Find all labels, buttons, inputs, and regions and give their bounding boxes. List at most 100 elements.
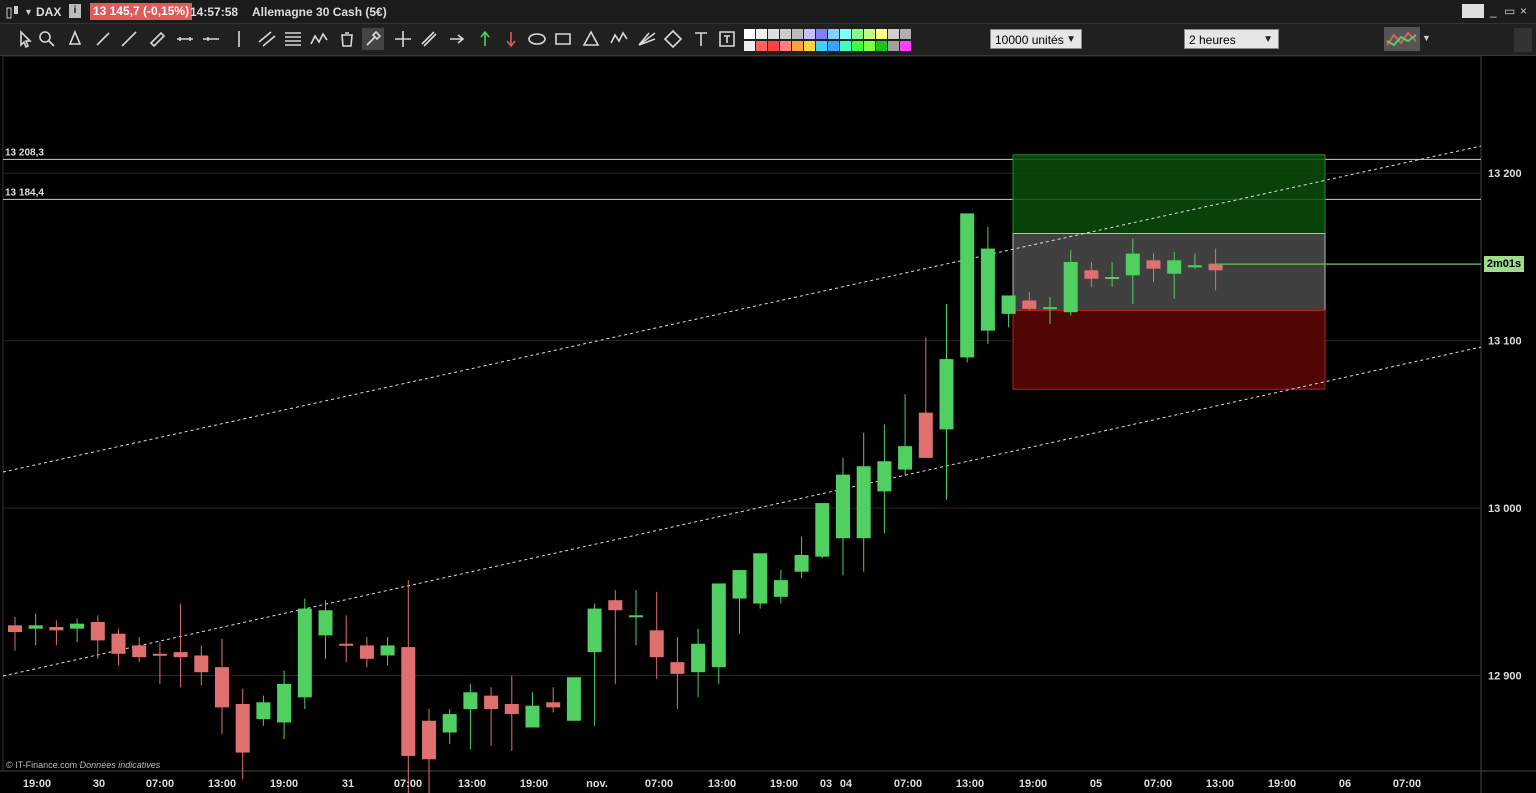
candle-body[interactable]	[794, 554, 809, 572]
palette-swatch[interactable]	[792, 41, 803, 51]
candle-body[interactable]	[152, 653, 167, 656]
candle-body[interactable]	[918, 412, 933, 458]
candle-body[interactable]	[132, 645, 147, 658]
arrow-down-icon[interactable]	[500, 28, 522, 50]
text-icon[interactable]	[690, 28, 712, 50]
candle-body[interactable]	[773, 580, 788, 597]
candle-body[interactable]	[732, 570, 747, 599]
candle-body[interactable]	[463, 692, 478, 710]
chevron-down-icon[interactable]: ▼	[24, 0, 33, 24]
candle-body[interactable]	[70, 623, 85, 629]
candle-body[interactable]	[1105, 277, 1120, 280]
chart-type-icon[interactable]	[4, 0, 24, 24]
candle-body[interactable]	[856, 466, 871, 539]
palette-swatch[interactable]	[756, 41, 767, 51]
candle-body[interactable]	[670, 662, 685, 674]
candle-body[interactable]	[980, 248, 995, 331]
triangle-icon[interactable]	[580, 28, 602, 50]
palette-swatch[interactable]	[816, 29, 827, 39]
candle-body[interactable]	[277, 683, 292, 723]
palette-swatch[interactable]	[864, 29, 875, 39]
candle-body[interactable]	[111, 633, 126, 654]
candle-body[interactable]	[546, 702, 561, 708]
candle-body[interactable]	[877, 461, 892, 492]
palette-swatch[interactable]	[744, 41, 755, 51]
indicators-icon[interactable]	[1384, 27, 1420, 51]
info-icon[interactable]: i	[69, 4, 81, 18]
palette-swatch[interactable]	[756, 29, 767, 39]
side-panel-icon[interactable]	[1514, 28, 1532, 52]
candle-body[interactable]	[1001, 295, 1016, 314]
hray-icon[interactable]	[200, 28, 222, 50]
palette-swatch[interactable]	[792, 29, 803, 39]
candle-body[interactable]	[215, 667, 229, 708]
palette-swatch[interactable]	[900, 41, 911, 51]
candle-body[interactable]	[401, 647, 416, 756]
palette-swatch[interactable]	[864, 41, 875, 51]
alert-icon[interactable]	[64, 28, 86, 50]
arrow-up-icon[interactable]	[474, 28, 496, 50]
palette-swatch[interactable]	[780, 29, 791, 39]
palette-swatch[interactable]	[888, 29, 899, 39]
keyboard-icon[interactable]	[1462, 4, 1484, 18]
parallel-icon[interactable]	[418, 28, 440, 50]
candle-body[interactable]	[28, 625, 43, 629]
restore-button[interactable]: ▭	[1504, 4, 1515, 18]
candle-body[interactable]	[587, 608, 602, 653]
cursor-icon[interactable]	[14, 28, 36, 50]
target-zone[interactable]	[1012, 154, 1326, 234]
candle-body[interactable]	[318, 610, 333, 636]
settings-icon[interactable]	[362, 28, 384, 50]
candle-body[interactable]	[422, 720, 436, 760]
color-palette[interactable]	[744, 28, 912, 52]
candle-body[interactable]	[1043, 307, 1057, 310]
candle-body[interactable]	[1167, 260, 1182, 274]
price-chart[interactable]: 13 200 13 100 13 000 12 900 13 208,3 13 184,4…	[0, 56, 1536, 793]
zoom-icon[interactable]	[36, 28, 58, 50]
palette-swatch[interactable]	[852, 41, 863, 51]
line-icon[interactable]	[92, 28, 114, 50]
candle-body[interactable]	[939, 359, 954, 430]
pattern-icon[interactable]	[608, 28, 630, 50]
textbox-icon[interactable]	[716, 28, 738, 50]
candle-body[interactable]	[484, 695, 499, 710]
candle-body[interactable]	[566, 677, 581, 721]
candle-body[interactable]	[8, 625, 22, 633]
candle-body[interactable]	[1022, 300, 1037, 309]
candle-body[interactable]	[1146, 260, 1161, 269]
palette-swatch[interactable]	[816, 41, 827, 51]
candle-body[interactable]	[173, 652, 188, 658]
candle-body[interactable]	[960, 213, 975, 358]
candle-body[interactable]	[339, 643, 354, 646]
symbol-label[interactable]: DAX	[36, 0, 61, 24]
ruler-icon[interactable]	[146, 28, 168, 50]
candle-body[interactable]	[49, 626, 64, 631]
palette-swatch[interactable]	[804, 41, 815, 51]
palette-swatch[interactable]	[780, 41, 791, 51]
chart-canvas[interactable]: 13 200 13 100 13 000 12 900 13 208,3 13 184,4…	[0, 56, 1536, 793]
candle-body[interactable]	[608, 600, 623, 611]
palette-swatch[interactable]	[768, 41, 779, 51]
candle-body[interactable]	[525, 705, 540, 728]
palette-swatch[interactable]	[876, 29, 887, 39]
candle-body[interactable]	[256, 702, 271, 720]
candle-body[interactable]	[380, 645, 395, 656]
trendline-icon[interactable]	[118, 28, 140, 50]
close-button[interactable]: ×	[1520, 4, 1527, 18]
palette-swatch[interactable]	[828, 41, 839, 51]
palette-swatch[interactable]	[876, 41, 887, 51]
quantity-select[interactable]: 10000 unités ▼	[990, 29, 1082, 49]
fibonacci-icon[interactable]	[282, 28, 304, 50]
gann-icon[interactable]	[636, 28, 658, 50]
palette-swatch[interactable]	[852, 29, 863, 39]
trash-icon[interactable]	[336, 28, 358, 50]
candle-body[interactable]	[359, 645, 374, 659]
palette-swatch[interactable]	[840, 41, 851, 51]
channel-icon[interactable]	[256, 28, 278, 50]
timeframe-select[interactable]: 2 heures ▼	[1184, 29, 1279, 49]
palette-swatch[interactable]	[828, 29, 839, 39]
candle-body[interactable]	[836, 474, 850, 539]
chevron-down-icon[interactable]: ▼	[1422, 33, 1431, 43]
candle-body[interactable]	[1187, 265, 1202, 268]
candle-body[interactable]	[649, 630, 664, 658]
